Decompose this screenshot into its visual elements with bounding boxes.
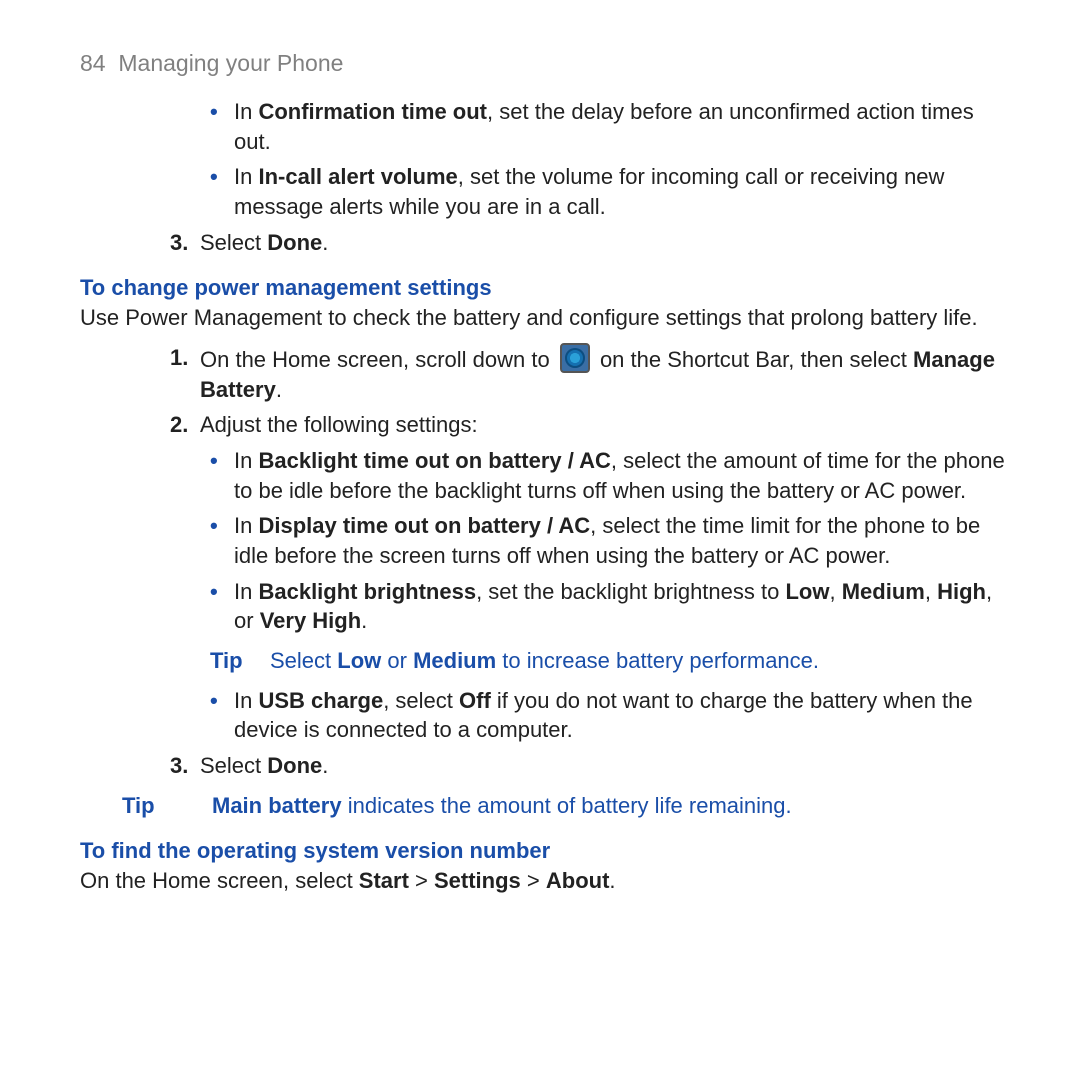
step-text: On the Home screen, scroll down to on th… xyxy=(200,343,1008,404)
bullet-icon: • xyxy=(210,686,234,745)
bullet-text: In Confirmation time out, set the delay … xyxy=(234,97,1008,156)
chapter-title: Managing your Phone xyxy=(118,50,343,76)
intro-bullets: • In Confirmation time out, set the dela… xyxy=(210,97,1008,222)
list-item: • In Backlight brightness, set the backl… xyxy=(210,577,1008,636)
list-item: • In Backlight time out on battery / AC,… xyxy=(210,446,1008,505)
bullet-icon: • xyxy=(210,577,234,636)
power-bullets: • In Backlight time out on battery / AC,… xyxy=(210,446,1008,636)
page-number: 84 xyxy=(80,50,106,76)
step-text: Select Done. xyxy=(200,751,1008,781)
section-intro: Use Power Management to check the batter… xyxy=(80,303,1008,333)
document-page: 84 Managing your Phone • In Confirmation… xyxy=(0,0,1080,896)
section-text: On the Home screen, select Start > Setti… xyxy=(80,866,1008,896)
step-number: 3. xyxy=(170,228,200,258)
bullet-icon: • xyxy=(210,162,234,221)
bullet-icon: • xyxy=(210,446,234,505)
tip-outer: Tip Main battery indicates the amount of… xyxy=(122,791,1008,821)
power-bullets-2: • In USB charge, select Off if you do no… xyxy=(210,686,1008,745)
list-item: 1. On the Home screen, scroll down to on… xyxy=(170,343,1008,404)
settings-gear-icon xyxy=(560,343,590,373)
bullet-text: In USB charge, select Off if you do not … xyxy=(234,686,1008,745)
tip-text: Select Low or Medium to increase battery… xyxy=(270,646,1008,676)
list-item: 3. Select Done. xyxy=(170,228,1008,258)
running-header: 84 Managing your Phone xyxy=(80,48,1008,79)
bullet-text: In Backlight time out on battery / AC, s… xyxy=(234,446,1008,505)
step-number: 2. xyxy=(170,410,200,440)
top-step-list: 3. Select Done. xyxy=(170,228,1008,258)
tip-inner: Tip Select Low or Medium to increase bat… xyxy=(210,646,1008,676)
list-item: • In USB charge, select Off if you do no… xyxy=(210,686,1008,745)
step-number: 3. xyxy=(170,751,200,781)
list-item: 3. Select Done. xyxy=(170,751,1008,781)
bullet-text: In Backlight brightness, set the backlig… xyxy=(234,577,1008,636)
list-item: • In In-call alert volume, set the volum… xyxy=(210,162,1008,221)
list-item: • In Display time out on battery / AC, s… xyxy=(210,511,1008,570)
list-item: 2. Adjust the following settings: xyxy=(170,410,1008,440)
step-number: 1. xyxy=(170,343,200,404)
bullet-icon: • xyxy=(210,97,234,156)
tip-label: Tip xyxy=(210,646,270,676)
step-text: Select Done. xyxy=(200,228,1008,258)
section-heading: To change power management settings xyxy=(80,273,1008,303)
power-step-3: 3. Select Done. xyxy=(170,751,1008,781)
tip-text: Main battery indicates the amount of bat… xyxy=(212,791,1008,821)
power-steps: 1. On the Home screen, scroll down to on… xyxy=(170,343,1008,440)
bullet-icon: • xyxy=(210,511,234,570)
step-text: Adjust the following settings: xyxy=(200,410,1008,440)
bullet-text: In Display time out on battery / AC, sel… xyxy=(234,511,1008,570)
list-item: • In Confirmation time out, set the dela… xyxy=(210,97,1008,156)
tip-label: Tip xyxy=(122,791,212,821)
bullet-text: In In-call alert volume, set the volume … xyxy=(234,162,1008,221)
section-heading: To find the operating system version num… xyxy=(80,836,1008,866)
